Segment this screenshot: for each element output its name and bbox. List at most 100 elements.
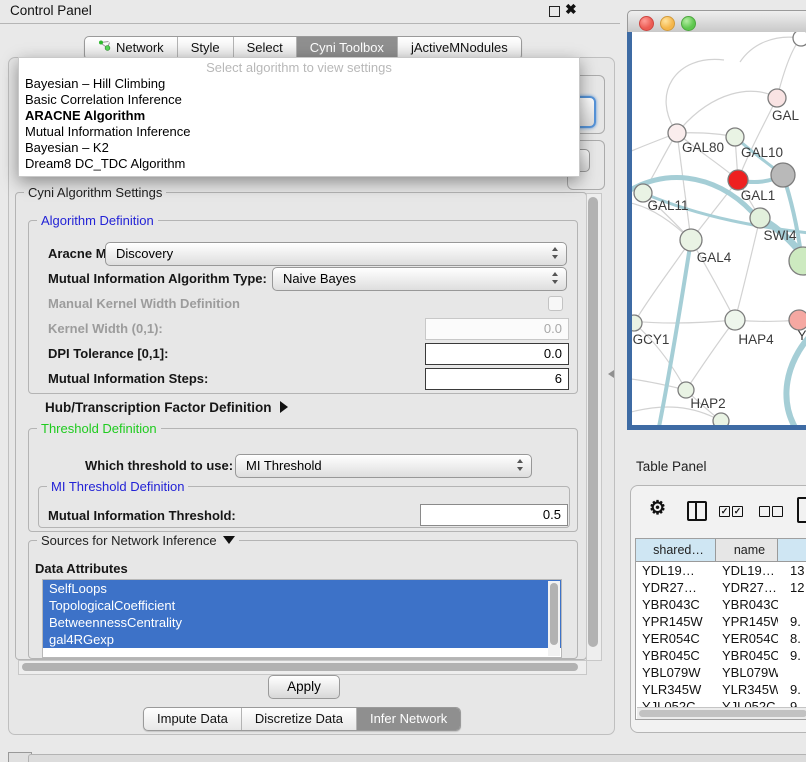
network-edge[interactable]: [632, 320, 735, 323]
table-row[interactable]: YER054CYER054C8.: [636, 630, 806, 647]
table-row[interactable]: YDL19…YDL19…13: [636, 562, 806, 579]
float-window-icon[interactable]: [549, 6, 560, 17]
network-node-gcy1[interactable]: [632, 315, 642, 331]
algorithm-dropdown-placeholder: Select algorithm to view settings: [19, 59, 579, 76]
network-window-titlebar[interactable]: [627, 10, 806, 34]
node-label-swi4: SWI4: [763, 228, 796, 243]
sources-group-title[interactable]: Sources for Network Inference: [37, 533, 239, 548]
tab-infer-network[interactable]: Infer Network: [356, 708, 460, 730]
column-header-shared[interactable]: shared…: [636, 539, 716, 561]
table-cell: YJL052C: [716, 698, 778, 707]
unchecked-box-icon[interactable]: [772, 506, 783, 517]
network-node-swi4[interactable]: [750, 208, 770, 228]
network-edge[interactable]: [777, 38, 801, 98]
attribute-item-gal4rgexp[interactable]: gal4RGexp: [43, 631, 561, 648]
algorithm-option-dream8-dc-tdc-algorithm[interactable]: Dream8 DC_TDC Algorithm: [19, 156, 579, 172]
network-canvas[interactable]: GALGAL80GAL10GAL1GAL11SWI4GAL4GCY1HAP4YH…: [627, 32, 806, 430]
file-icon[interactable]: [797, 497, 806, 523]
network-node-y[interactable]: [789, 310, 806, 330]
table-row[interactable]: YPR145WYPR145W9.: [636, 613, 806, 630]
tab-cyni-toolbox[interactable]: Cyni Toolbox: [296, 37, 397, 59]
algorithm-option-bayesian-k2[interactable]: Bayesian – K2: [19, 140, 579, 156]
network-edge[interactable]: [740, 37, 801, 62]
network-node-gal[interactable]: [768, 89, 786, 107]
tab-label: Impute Data: [157, 708, 228, 730]
checked-box-icon[interactable]: ✓: [732, 506, 743, 517]
control-panel-title: Control Panel: [10, 3, 92, 18]
aracne-mode-select[interactable]: Discovery: [105, 242, 567, 266]
tab-style[interactable]: Style: [177, 37, 233, 59]
network-node-hap4[interactable]: [725, 310, 745, 330]
close-icon[interactable]: ✖: [565, 1, 577, 18]
settings-horizontal-scrollbar[interactable]: [18, 660, 587, 675]
column-header-name[interactable]: name: [716, 539, 778, 561]
tab-jactivemnodules[interactable]: jActiveMNodules: [397, 37, 521, 59]
hub-definition-toggle[interactable]: Hub/Transcription Factor Definition: [45, 400, 288, 415]
algorithm-option-bayesian-hill-climbing[interactable]: Bayesian – Hill Climbing: [19, 76, 579, 92]
node-label-hap2: HAP2: [690, 396, 725, 411]
table-cell: 9.: [778, 613, 806, 630]
attribute-item-betweennesscentrality[interactable]: BetweennessCentrality: [43, 614, 561, 631]
settings-vertical-scrollbar-thumb[interactable]: [588, 197, 598, 647]
gear-icon[interactable]: ⚙: [649, 497, 666, 520]
network-edge[interactable]: [686, 320, 735, 390]
network-node[interactable]: [771, 163, 795, 187]
splitter-collapse-arrow[interactable]: [608, 370, 614, 378]
which-threshold-select[interactable]: MI Threshold: [235, 454, 532, 478]
table-row[interactable]: YDR27…YDR27…12: [636, 579, 806, 596]
list-scrollbar[interactable]: [548, 581, 560, 656]
network-edge[interactable]: [666, 59, 724, 133]
tab-network[interactable]: Network: [85, 37, 177, 59]
algorithm-option-list: Bayesian – Hill ClimbingBasic Correlatio…: [19, 76, 579, 172]
table-row[interactable]: YJL052CYJL052C9: [636, 698, 806, 707]
mi-steps-field[interactable]: 6: [425, 368, 569, 390]
column-header-col3[interactable]: [778, 539, 806, 561]
apply-button[interactable]: Apply: [268, 675, 340, 699]
tab-select[interactable]: Select: [233, 37, 296, 59]
mi-threshold-group-title: MI Threshold Definition: [47, 479, 188, 494]
mi-threshold-field[interactable]: 0.5: [420, 504, 568, 526]
table-row[interactable]: YBR043CYBR043C: [636, 596, 806, 613]
split-columns-icon[interactable]: [687, 501, 707, 521]
minimize-traffic-light-icon[interactable]: [660, 16, 675, 31]
kernel-width-field[interactable]: 0.0: [425, 318, 569, 340]
mi-type-select[interactable]: Naive Bayes: [272, 267, 567, 291]
table-horizontal-scrollbar[interactable]: [637, 707, 806, 719]
mi-threshold-label: Mutual Information Threshold:: [48, 508, 236, 523]
table-cell: YDR27…: [716, 579, 778, 596]
network-edge[interactable]: [735, 218, 760, 320]
manual-kernel-checkbox[interactable]: [548, 296, 563, 311]
table-row[interactable]: YBL079WYBL079W: [636, 664, 806, 681]
network-node-gal10[interactable]: [726, 128, 744, 146]
algorithm-option-basic-correlation-inference[interactable]: Basic Correlation Inference: [19, 92, 579, 108]
zoom-traffic-light-icon[interactable]: [681, 16, 696, 31]
network-node-gal4[interactable]: [680, 229, 702, 251]
network-node[interactable]: [793, 32, 806, 46]
table-scrollbar-thumb[interactable]: [639, 710, 806, 717]
checked-box-icon[interactable]: ✓: [719, 506, 730, 517]
settings-horizontal-scrollbar-thumb[interactable]: [22, 663, 578, 671]
network-graph[interactable]: GALGAL80GAL10GAL1GAL11SWI4GAL4GCY1HAP4YH…: [632, 32, 806, 425]
network-node[interactable]: [789, 247, 806, 275]
network-node-gal1[interactable]: [728, 170, 748, 190]
mi-steps-label: Mutual Information Steps:: [48, 371, 208, 386]
attribute-item-selfloops[interactable]: SelfLoops: [43, 580, 561, 597]
list-scrollbar-thumb[interactable]: [550, 583, 558, 645]
settings-vertical-scrollbar[interactable]: [586, 193, 602, 661]
aracne-mode-value: Discovery: [116, 246, 173, 261]
algorithm-option-mutual-information-inference[interactable]: Mutual Information Inference: [19, 124, 579, 140]
dpi-tolerance-field[interactable]: 0.0: [425, 343, 569, 365]
data-attributes-list[interactable]: SelfLoopsTopologicalCoefficientBetweenne…: [42, 579, 562, 658]
tab-discretize-data[interactable]: Discretize Data: [241, 708, 356, 730]
tab-impute-data[interactable]: Impute Data: [144, 708, 241, 730]
table-row[interactable]: YBR045CYBR045C9.: [636, 647, 806, 664]
algorithm-option-aracne-algorithm[interactable]: ARACNE Algorithm: [19, 108, 579, 124]
network-node[interactable]: [713, 413, 729, 425]
close-traffic-light-icon[interactable]: [639, 16, 654, 31]
table-row[interactable]: YLR345WYLR345W9.: [636, 681, 806, 698]
network-view-window: GALGAL80GAL10GAL1GAL11SWI4GAL4GCY1HAP4YH…: [627, 10, 806, 430]
node-table: shared…name YDL19…YDL19…13YDR27…YDR27…12…: [635, 538, 806, 720]
attribute-item-topologicalcoefficient[interactable]: TopologicalCoefficient: [43, 597, 561, 614]
unchecked-box-icon[interactable]: [759, 506, 770, 517]
stepper-up-icon: [552, 272, 558, 276]
